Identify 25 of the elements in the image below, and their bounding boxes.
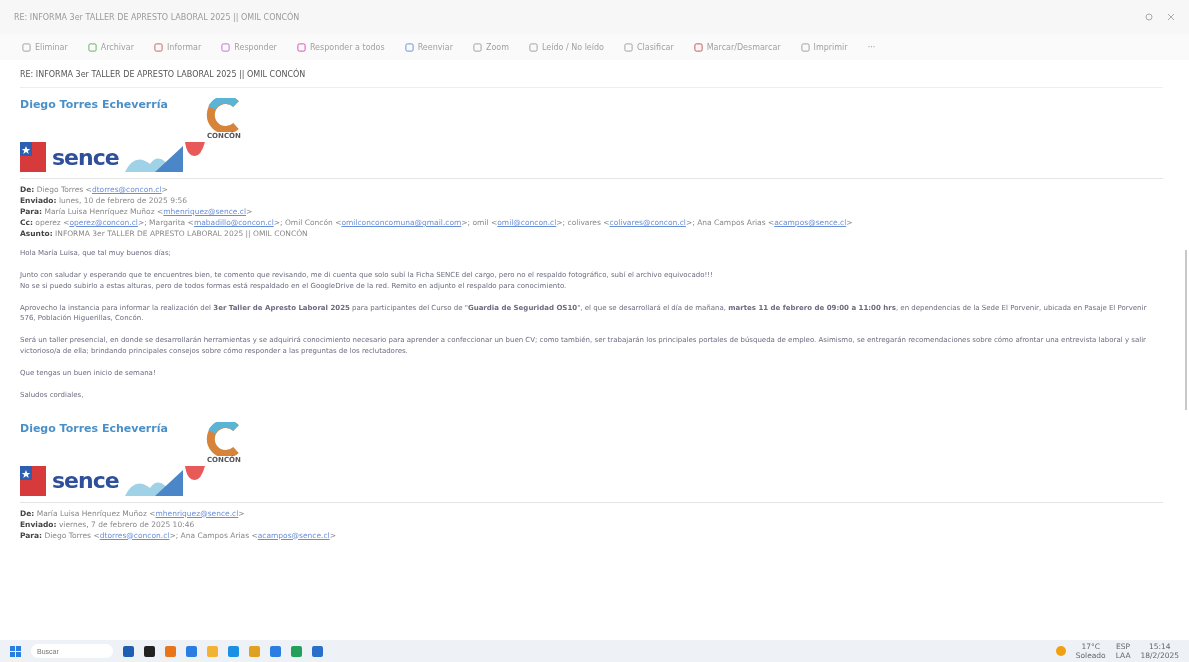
window-title: RE: INFORMA 3er TALLER DE APRESTO LABORAL 2025 || OMIL CONCÓN <box>14 12 300 22</box>
toolbar-button[interactable]: Eliminar <box>22 42 68 52</box>
toolbar-button[interactable]: Informar <box>154 42 202 52</box>
toolbar-button[interactable]: Marcar/Desmarcar <box>693 42 781 52</box>
sence-logo-text: sence <box>52 468 119 494</box>
chile-flag-icon <box>20 465 46 496</box>
sun-icon <box>1055 646 1066 656</box>
sence-logo-text: sence <box>52 144 119 170</box>
toolbar-button[interactable]: Reenviar <box>404 42 453 52</box>
chile-flag-icon <box>20 142 46 172</box>
toolbar-button[interactable]: Zoom <box>472 42 509 52</box>
windows-start-icon[interactable] <box>10 645 21 657</box>
toolbar-button[interactable]: ··· <box>867 42 876 52</box>
toolbar-button[interactable]: Responder a todos <box>296 42 385 52</box>
toolbar-button[interactable]: Responder <box>221 42 277 52</box>
close-icon[interactable] <box>1167 13 1175 21</box>
sender-name: Diego Torres Echeverría <box>20 421 168 437</box>
scrollbar-thumb[interactable] <box>1185 250 1187 410</box>
toolbar-button[interactable]: Clasificar <box>624 42 674 52</box>
toolbar-button[interactable]: Imprimir <box>800 42 848 52</box>
toolbar-button[interactable]: Leído / No leído <box>529 42 604 52</box>
app-icon[interactable] <box>144 645 155 657</box>
toolbar-button[interactable]: Archivar <box>87 42 134 52</box>
sender-name: Diego Torres Echeverría <box>20 98 168 113</box>
message-subject: RE: INFORMA 3er TALLER DE APRESTO LABORAL 2025 || OMIL CONCÓN <box>20 66 1163 88</box>
